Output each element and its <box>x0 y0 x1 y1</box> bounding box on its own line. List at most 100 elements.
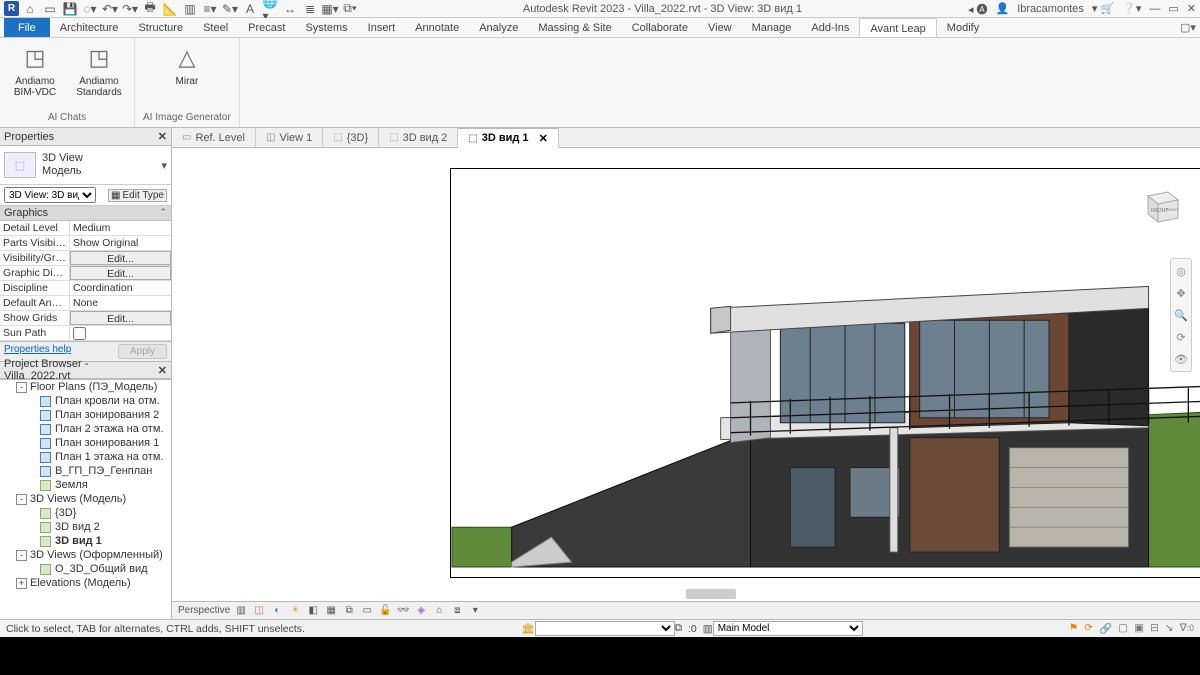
nav-look-icon[interactable]: 👁 <box>1173 351 1189 367</box>
ribbon-tab-add-ins[interactable]: Add-Ins <box>801 18 859 37</box>
project-browser-tree[interactable]: -Floor Plans (ПЭ_Модель)План кровли на о… <box>0 379 171 619</box>
ribbon-tab-steel[interactable]: Steel <box>193 18 238 37</box>
vc-reveal-icon[interactable]: ◈ <box>414 604 428 618</box>
category-collapse-icon[interactable]: ⌃ <box>159 207 167 219</box>
status-sync-icon[interactable]: ⟳ <box>1084 622 1093 635</box>
ribbon-btn-andiamo-bim-vdc[interactable]: ◳AndiamoBIM-VDC <box>8 42 62 98</box>
prop-edit-button[interactable]: Edit... <box>70 251 171 265</box>
status-filter2-icon[interactable]: ▣ <box>1134 622 1144 635</box>
vc-analytic-icon[interactable]: ⌂ <box>432 604 446 618</box>
ribbon-tab-architecture[interactable]: Architecture <box>50 18 129 37</box>
apply-button[interactable]: Apply <box>118 344 167 359</box>
ribbon-display-dropdown[interactable]: ▢▾ <box>1176 18 1200 37</box>
view-mode-label[interactable]: Perspective <box>178 605 230 616</box>
browser-node[interactable]: {3D} <box>0 506 171 520</box>
view-tab-3d-2[interactable]: ⬚3D вид 2 <box>379 128 458 147</box>
browser-node[interactable]: 3D вид 1 <box>0 534 171 548</box>
qat-align-icon[interactable]: ▥ <box>183 2 197 16</box>
ribbon-tab-structure[interactable]: Structure <box>128 18 193 37</box>
ribbon-tab-precast[interactable]: Precast <box>238 18 295 37</box>
prop-value-select[interactable]: Coordination <box>70 281 171 295</box>
browser-node[interactable]: -Floor Plans (ПЭ_Модель) <box>0 380 171 394</box>
qat-open-icon[interactable]: ▭ <box>43 2 57 16</box>
ribbon-tab-massing-site[interactable]: Massing & Site <box>528 18 621 37</box>
prop-value-select[interactable]: Show Original <box>70 236 171 250</box>
status-worksets-icon[interactable]: 🏛 <box>521 622 534 635</box>
ribbon-tab-modify[interactable]: Modify <box>937 18 989 37</box>
vc-lock-icon[interactable]: 🔓 <box>378 604 392 618</box>
user-icon[interactable]: 👤 <box>996 2 1010 15</box>
signin-icon[interactable]: ◂ 🅐 <box>968 1 988 17</box>
browser-node[interactable]: План 2 этажа на отм. <box>0 422 171 436</box>
tree-toggle-icon[interactable]: + <box>16 578 27 589</box>
prop-checkbox[interactable] <box>73 327 86 340</box>
user-name[interactable]: Ibracamontes <box>1017 3 1084 15</box>
qat-dim-icon[interactable]: ≡▾ <box>203 2 217 16</box>
browser-node[interactable]: План зонирования 2 <box>0 408 171 422</box>
ribbon-tab-analyze[interactable]: Analyze <box>469 18 528 37</box>
qat-measure-icon[interactable]: 📐 <box>163 2 177 16</box>
qat-home-icon[interactable]: ⌂ <box>23 2 37 16</box>
qat-redo-icon[interactable]: ↷▾ <box>123 2 137 16</box>
nav-orbit-icon[interactable]: ⟳ <box>1173 329 1189 345</box>
nav-pan-icon[interactable]: ✥ <box>1173 285 1189 301</box>
qat-undo-icon[interactable]: ↶▾ <box>103 2 117 16</box>
type-selector[interactable]: ⬚ 3D View Модель ▾ <box>0 146 171 185</box>
vc-constraint-icon[interactable]: ⧈ <box>450 604 464 618</box>
prop-edit-button[interactable]: Edit... <box>70 266 171 280</box>
appstore-icon[interactable]: ▾ 🛒 <box>1092 2 1114 15</box>
status-funnel-icon[interactable]: ∇:0 <box>1180 622 1194 635</box>
qat-text-icon[interactable]: A <box>243 2 257 16</box>
prop-category-graphics[interactable]: Graphics⌃ <box>0 206 171 221</box>
vc-shadow-icon[interactable]: ◧ <box>306 604 320 618</box>
vc-render-icon[interactable]: ▦ <box>324 604 338 618</box>
browser-node[interactable]: О_3D_Общий вид <box>0 562 171 576</box>
status-model-select[interactable]: Main Model <box>713 621 863 636</box>
view-cube[interactable]: FRONTRIGHT <box>1138 184 1182 228</box>
vc-crop-icon[interactable]: ⧉ <box>342 604 356 618</box>
ribbon-btn-mirar[interactable]: △Mirar <box>160 42 214 87</box>
qat-close-icon[interactable]: ▦▾ <box>323 2 337 16</box>
status-link-icon[interactable]: 🔗 <box>1099 622 1112 635</box>
status-select-lock-icon[interactable]: ⊟ <box>1150 622 1159 635</box>
tree-toggle-icon[interactable]: - <box>16 550 27 561</box>
qat-tag-icon[interactable]: ✎▾ <box>223 2 237 16</box>
ribbon-tab-file[interactable]: File <box>4 18 50 37</box>
status-editreq-icon[interactable]: ⚑ <box>1069 622 1078 635</box>
ribbon-tab-manage[interactable]: Manage <box>742 18 802 37</box>
browser-node[interactable]: В_ГП_ПЭ_Генплан <box>0 464 171 478</box>
ribbon-tab-avant-leap[interactable]: Avant Leap <box>859 18 936 37</box>
vc-more-icon[interactable]: ▾ <box>468 604 482 618</box>
horizontal-scroll-thumb[interactable] <box>686 589 736 599</box>
qat-print-icon[interactable]: 🖶 <box>143 2 157 16</box>
qat-sync-icon[interactable]: ◌▾ <box>83 2 97 16</box>
type-dropdown-icon[interactable]: ▾ <box>161 159 167 172</box>
vc-style-icon[interactable]: ◐ <box>270 604 284 618</box>
ribbon-tab-collaborate[interactable]: Collaborate <box>622 18 698 37</box>
browser-node[interactable]: -3D Views (Модель) <box>0 492 171 506</box>
qat-3d-icon[interactable]: 🌐▾ <box>263 2 277 16</box>
vc-cropvis-icon[interactable]: ▭ <box>360 604 374 618</box>
ribbon-btn-andiamo-standards[interactable]: ◳AndiamoStandards <box>72 42 126 98</box>
ribbon-tab-annotate[interactable]: Annotate <box>405 18 469 37</box>
qat-save-icon[interactable]: 💾 <box>63 2 77 16</box>
prop-edit-button[interactable]: Edit... <box>70 311 171 325</box>
tree-toggle-icon[interactable]: - <box>16 382 27 393</box>
status-drag-icon[interactable]: ↘ <box>1165 622 1174 635</box>
status-model-icon[interactable]: ▥ <box>703 623 713 635</box>
status-workset-select[interactable] <box>535 621 675 636</box>
vc-scale-icon[interactable]: ▥ <box>234 604 248 618</box>
view-tab-view-1[interactable]: ◫View 1 <box>256 128 323 147</box>
min-icon[interactable]: — <box>1149 3 1160 15</box>
ribbon-tab-systems[interactable]: Systems <box>295 18 357 37</box>
view-canvas[interactable]: FRONTRIGHT ◎ ✥ 🔍 ⟳ 👁 <box>172 148 1200 601</box>
help-icon[interactable]: ❔▾ <box>1122 2 1141 15</box>
view-tab-close-icon[interactable]: ✕ <box>539 132 548 145</box>
browser-node[interactable]: +Elevations (Модель) <box>0 576 171 590</box>
edit-type-button[interactable]: ▦Edit Type <box>108 189 167 202</box>
nav-zoom-icon[interactable]: 🔍 <box>1173 307 1189 323</box>
browser-node[interactable]: -3D Views (Оформленный) <box>0 548 171 562</box>
qat-thin-icon[interactable]: ≣ <box>303 2 317 16</box>
tree-toggle-icon[interactable]: - <box>16 494 27 505</box>
project-browser-close-icon[interactable]: ✕ <box>158 364 167 377</box>
